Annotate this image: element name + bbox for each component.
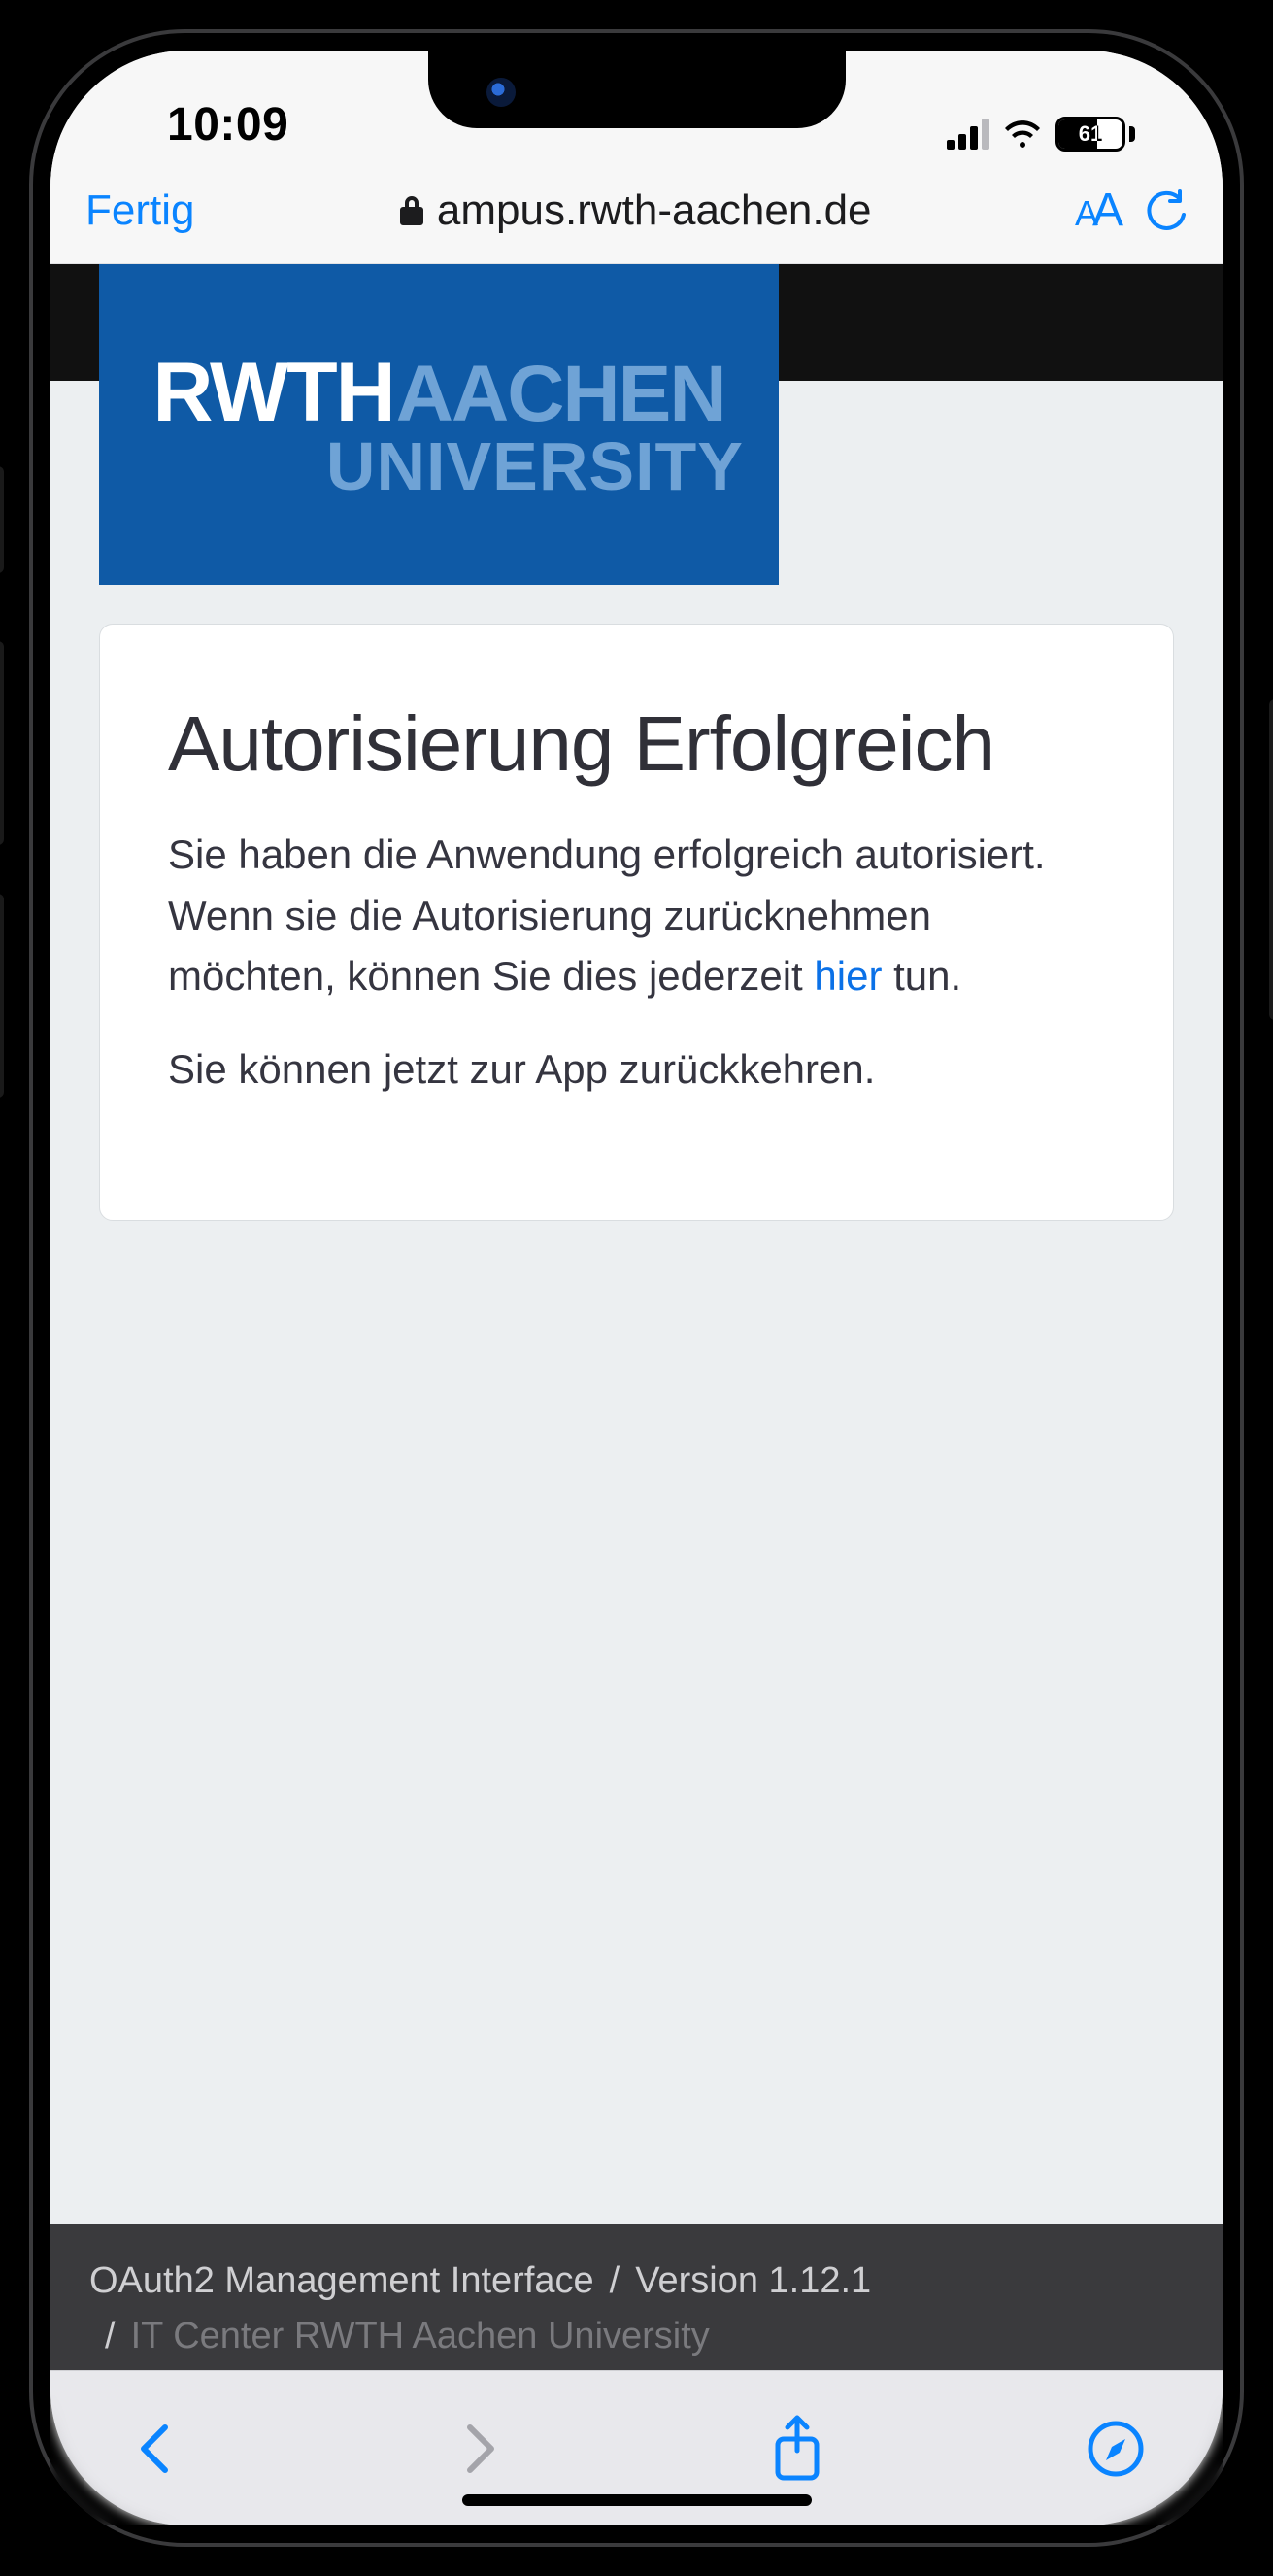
volume-down-button — [0, 894, 4, 1098]
logo-text-aachen: AACHEN — [396, 349, 725, 440]
reader-text-size-button[interactable]: AA — [1075, 184, 1122, 237]
card-title: Autorisierung Erfolgreich — [168, 702, 1105, 786]
battery-icon: 61 — [1055, 117, 1135, 152]
url-text: ampus.rwth-aachen.de — [437, 186, 872, 235]
cellular-icon — [947, 119, 989, 150]
front-camera — [486, 78, 516, 107]
card-paragraph-1: Sie haben die Anwendung erfolgreich auto… — [168, 825, 1105, 1005]
power-button — [1269, 699, 1273, 1020]
address-bar[interactable]: ampus.rwth-aachen.de — [218, 186, 1051, 235]
lock-icon — [398, 194, 425, 227]
browser-toolbar: Fertig ampus.rwth-aachen.de AA — [50, 157, 1223, 264]
safari-compass-button[interactable] — [1087, 2420, 1145, 2478]
battery-percent: 61 — [1079, 121, 1102, 147]
reload-button[interactable] — [1145, 189, 1188, 232]
side-button — [0, 466, 4, 573]
logo-text-university: UNIVERSITY — [326, 427, 744, 505]
share-button[interactable] — [770, 2414, 824, 2484]
wifi-icon — [1003, 119, 1042, 150]
web-content[interactable]: RWTH AACHEN UNIVERSITY Autorisierung Erf… — [50, 264, 1223, 2370]
done-button[interactable]: Fertig — [85, 186, 194, 235]
footer-version: Version 1.12.1 — [635, 2260, 871, 2301]
phone-frame: 10:09 61 — [0, 0, 1273, 2576]
volume-up-button — [0, 641, 4, 845]
notch — [428, 51, 846, 128]
home-indicator[interactable] — [462, 2494, 812, 2506]
p1-after: tun. — [882, 953, 961, 999]
revoke-link[interactable]: hier — [814, 953, 882, 999]
back-button[interactable] — [128, 2420, 186, 2478]
footer-app: OAuth2 Management Interface — [89, 2260, 594, 2301]
forward-button — [449, 2420, 507, 2478]
page-footer: OAuth2 Management Interface/Version 1.12… — [50, 2224, 1223, 2370]
card-paragraph-2: Sie können jetzt zur App zurückkehren. — [168, 1039, 1105, 1100]
status-time: 10:09 — [109, 98, 288, 152]
footer-org: IT Center RWTH Aachen University — [131, 2316, 710, 2356]
auth-success-card: Autorisierung Erfolgreich Sie haben die … — [99, 624, 1174, 1221]
rwth-logo: RWTH AACHEN UNIVERSITY — [99, 264, 779, 585]
